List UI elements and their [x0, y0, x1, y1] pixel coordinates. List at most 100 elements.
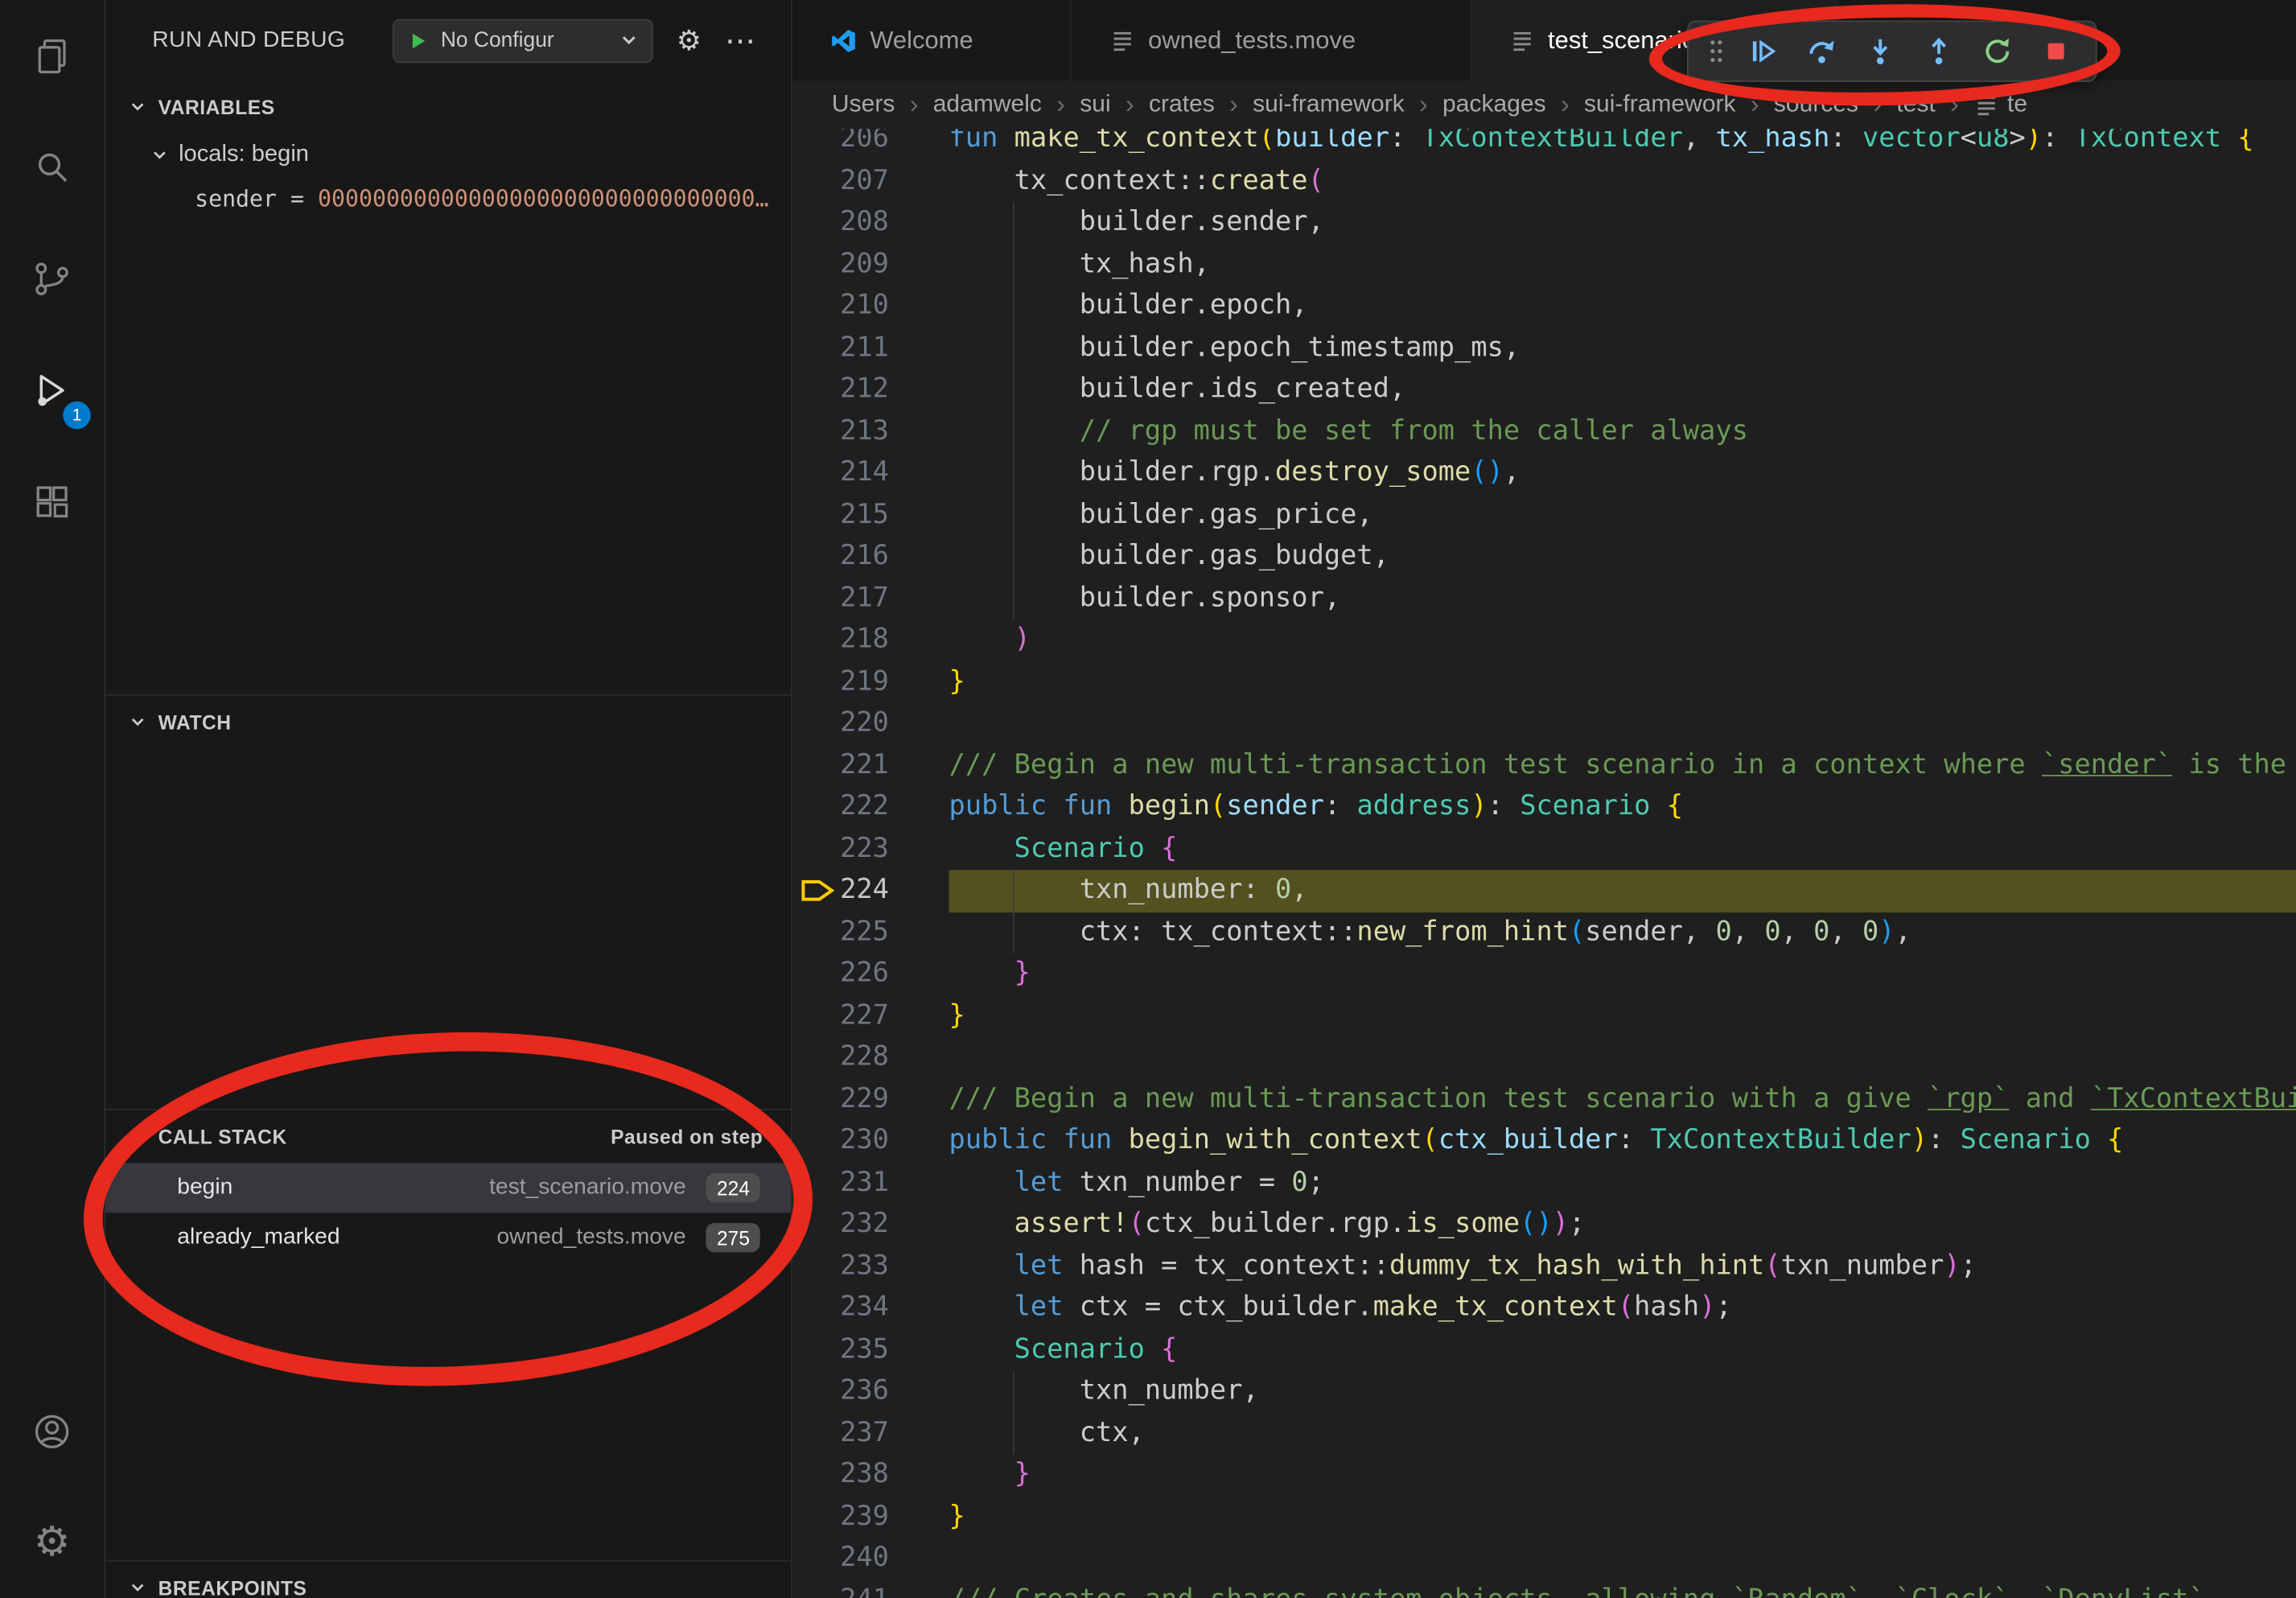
breadcrumb-item[interactable]: sources: [1774, 91, 1858, 119]
editor-gutter[interactable]: 221: [792, 745, 949, 787]
code-line[interactable]: 228: [792, 1037, 2296, 1079]
editor-gutter[interactable]: 210: [792, 286, 949, 327]
code-line[interactable]: 219}: [792, 661, 2296, 703]
breadcrumb-item[interactable]: Users: [832, 91, 895, 119]
breadcrumb-item[interactable]: crates: [1149, 91, 1215, 119]
breakpoints-header[interactable]: BREAKPOINTS: [105, 1561, 791, 1598]
editor-gutter[interactable]: 217: [792, 578, 949, 620]
editor-gutter[interactable]: 212: [792, 369, 949, 411]
code-line[interactable]: 231let txn_number = 0;: [792, 1162, 2296, 1204]
debug-config-dropdown[interactable]: No Configur: [393, 19, 653, 63]
debug-settings-gear-icon[interactable]: ⚙: [677, 24, 702, 56]
code-line[interactable]: 207tx_context::create(: [792, 160, 2296, 202]
code-line[interactable]: 211builder.epoch_timestamp_ms,: [792, 327, 2296, 369]
call-stack-header[interactable]: CALL STACK Paused on step: [105, 1110, 791, 1163]
source-control-icon[interactable]: [0, 223, 104, 334]
breadcrumb-item[interactable]: sui: [1080, 91, 1110, 119]
step-into-button[interactable]: [1853, 27, 1907, 76]
editor-gutter[interactable]: 209: [792, 244, 949, 286]
code-line[interactable]: 238}: [792, 1455, 2296, 1497]
breadcrumb-item[interactable]: packages: [1442, 91, 1546, 119]
code-line[interactable]: 229/// Begin a new multi-transaction tes…: [792, 1079, 2296, 1121]
variable-row[interactable]: sender = 0000000000000000000000000000000…: [105, 177, 791, 221]
code-line[interactable]: 232assert!(ctx_builder.rgp.is_some());: [792, 1204, 2296, 1246]
editor-gutter[interactable]: 225: [792, 912, 949, 953]
extensions-icon[interactable]: [0, 445, 104, 556]
editor-gutter[interactable]: 228: [792, 1037, 949, 1079]
editor-gutter[interactable]: 232: [792, 1204, 949, 1246]
editor-gutter[interactable]: 233: [792, 1246, 949, 1287]
editor-gutter[interactable]: 227: [792, 995, 949, 1037]
code-line[interactable]: 240: [792, 1538, 2296, 1579]
explorer-icon[interactable]: [0, 0, 104, 111]
code-line[interactable]: 234let ctx = ctx_builder.make_tx_context…: [792, 1287, 2296, 1329]
call-stack-frame[interactable]: already_markedowned_tests.move275: [105, 1213, 791, 1262]
code-line[interactable]: 237ctx,: [792, 1413, 2296, 1455]
account-icon[interactable]: [0, 1375, 104, 1486]
code-line[interactable]: 235Scenario {: [792, 1329, 2296, 1371]
code-line[interactable]: 212builder.ids_created,: [792, 369, 2296, 411]
code-line[interactable]: 221/// Begin a new multi-transaction tes…: [792, 745, 2296, 787]
continue-button[interactable]: [1735, 27, 1789, 76]
editor-gutter[interactable]: 229: [792, 1079, 949, 1121]
code-line[interactable]: 208builder.sender,: [792, 202, 2296, 244]
code-editor[interactable]: 206fun make_tx_context(builder: TxContex…: [792, 129, 2296, 1598]
editor-gutter[interactable]: 215: [792, 494, 949, 536]
editor-gutter[interactable]: 208: [792, 202, 949, 244]
editor-gutter[interactable]: 226: [792, 953, 949, 995]
code-line[interactable]: 226}: [792, 953, 2296, 995]
variables-header[interactable]: VARIABLES: [105, 80, 791, 134]
editor-gutter[interactable]: 239: [792, 1496, 949, 1538]
settings-gear-icon[interactable]: ⚙: [0, 1487, 104, 1598]
editor-gutter[interactable]: 236: [792, 1371, 949, 1413]
code-line[interactable]: 218): [792, 620, 2296, 661]
editor-gutter[interactable]: 230: [792, 1121, 949, 1163]
editor-gutter[interactable]: 214: [792, 452, 949, 494]
code-line[interactable]: 225ctx: tx_context::new_from_hint(sender…: [792, 912, 2296, 953]
editor-gutter[interactable]: 241: [792, 1579, 949, 1598]
step-over-button[interactable]: [1794, 27, 1848, 76]
more-actions-icon[interactable]: ⋯: [725, 23, 755, 58]
editor-gutter[interactable]: 211: [792, 327, 949, 369]
editor-gutter[interactable]: 207: [792, 160, 949, 202]
watch-header[interactable]: WATCH: [105, 696, 791, 749]
code-line[interactable]: 206fun make_tx_context(builder: TxContex…: [792, 129, 2296, 160]
editor-gutter[interactable]: 219: [792, 661, 949, 703]
code-line[interactable]: 209tx_hash,: [792, 244, 2296, 286]
editor-gutter[interactable]: 218: [792, 620, 949, 661]
breadcrumb-item[interactable]: sui-framework: [1253, 91, 1405, 119]
search-icon[interactable]: [0, 111, 104, 222]
code-line[interactable]: 220: [792, 703, 2296, 745]
code-line[interactable]: 227}: [792, 995, 2296, 1037]
variables-scope[interactable]: locals: begin: [105, 134, 791, 178]
run-and-debug-icon[interactable]: 1: [0, 334, 104, 445]
editor-gutter[interactable]: 237: [792, 1413, 949, 1455]
call-stack-frame[interactable]: begintest_scenario.move224: [105, 1163, 791, 1213]
editor-gutter[interactable]: 222: [792, 787, 949, 829]
code-line[interactable]: 224txn_number: 0,: [792, 870, 2296, 912]
code-line[interactable]: 241/// Creates and shares system objects…: [792, 1579, 2296, 1598]
editor-gutter[interactable]: 234: [792, 1287, 949, 1329]
editor-gutter[interactable]: 213: [792, 411, 949, 453]
code-line[interactable]: 222public fun begin(sender: address): Sc…: [792, 787, 2296, 829]
stop-button[interactable]: [2028, 27, 2082, 76]
editor-gutter[interactable]: 216: [792, 536, 949, 578]
code-line[interactable]: 233let hash = tx_context::dummy_tx_hash_…: [792, 1246, 2296, 1287]
tab-owned_tests.move[interactable]: owned_tests.move: [1072, 0, 1471, 80]
editor-gutter[interactable]: 223: [792, 828, 949, 870]
editor-gutter[interactable]: 220: [792, 703, 949, 745]
code-line[interactable]: 216builder.gas_budget,: [792, 536, 2296, 578]
editor-gutter[interactable]: 238: [792, 1455, 949, 1497]
tab-Welcome[interactable]: Welcome: [792, 0, 1072, 80]
code-line[interactable]: 213// rgp must be set from the caller al…: [792, 411, 2296, 453]
breadcrumb-item[interactable]: adamwelc: [933, 91, 1042, 119]
code-line[interactable]: 214builder.rgp.destroy_some(),: [792, 452, 2296, 494]
step-out-button[interactable]: [1911, 27, 1965, 76]
code-line[interactable]: 215builder.gas_price,: [792, 494, 2296, 536]
restart-button[interactable]: [1969, 27, 2023, 76]
code-line[interactable]: 236txn_number,: [792, 1371, 2296, 1413]
code-line[interactable]: 210builder.epoch,: [792, 286, 2296, 327]
code-line[interactable]: 230public fun begin_with_context(ctx_bui…: [792, 1121, 2296, 1163]
breadcrumb-item[interactable]: test: [1896, 91, 1935, 119]
code-line[interactable]: 217builder.sponsor,: [792, 578, 2296, 620]
